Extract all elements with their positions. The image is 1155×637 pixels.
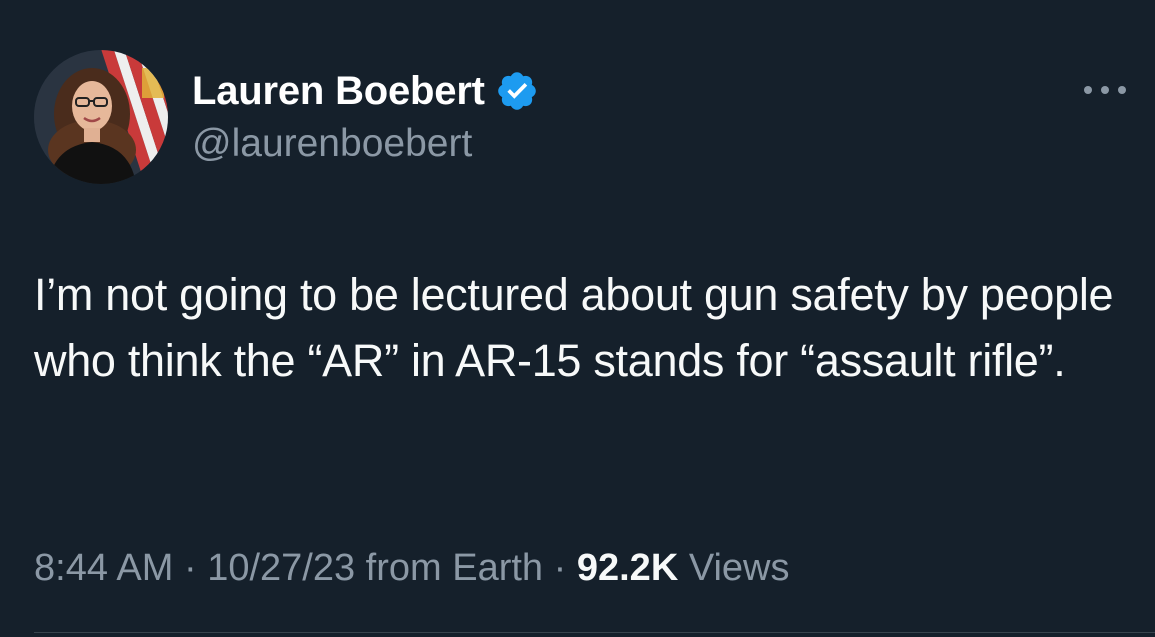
views-count[interactable]: 92.2K bbox=[577, 547, 678, 589]
divider bbox=[34, 632, 1155, 633]
more-horizontal-icon[interactable] bbox=[1080, 80, 1130, 100]
avatar-image bbox=[34, 50, 168, 184]
tweet-text: I’m not going to be lectured about gun s… bbox=[34, 269, 1114, 386]
author-handle[interactable]: @laurenboebert bbox=[192, 120, 472, 168]
tweet-card: Lauren Boebert @laurenboebert I’m not go… bbox=[0, 0, 1155, 637]
tweet-location: from Earth bbox=[355, 547, 544, 589]
avatar[interactable] bbox=[34, 50, 168, 184]
meta-separator: · bbox=[173, 547, 208, 589]
tweet-date[interactable]: 10/27/23 bbox=[207, 547, 355, 589]
meta-separator: · bbox=[543, 547, 577, 589]
views-label: Views bbox=[678, 547, 790, 589]
verified-badge-icon bbox=[495, 69, 539, 113]
tweet-time[interactable]: 8:44 AM bbox=[34, 547, 173, 589]
author-name-row[interactable]: Lauren Boebert bbox=[192, 66, 539, 116]
tweet-metadata: 8:44 AM · 10/27/23 from Earth · 92.2K Vi… bbox=[34, 542, 790, 594]
author-display-name[interactable]: Lauren Boebert bbox=[192, 66, 485, 116]
